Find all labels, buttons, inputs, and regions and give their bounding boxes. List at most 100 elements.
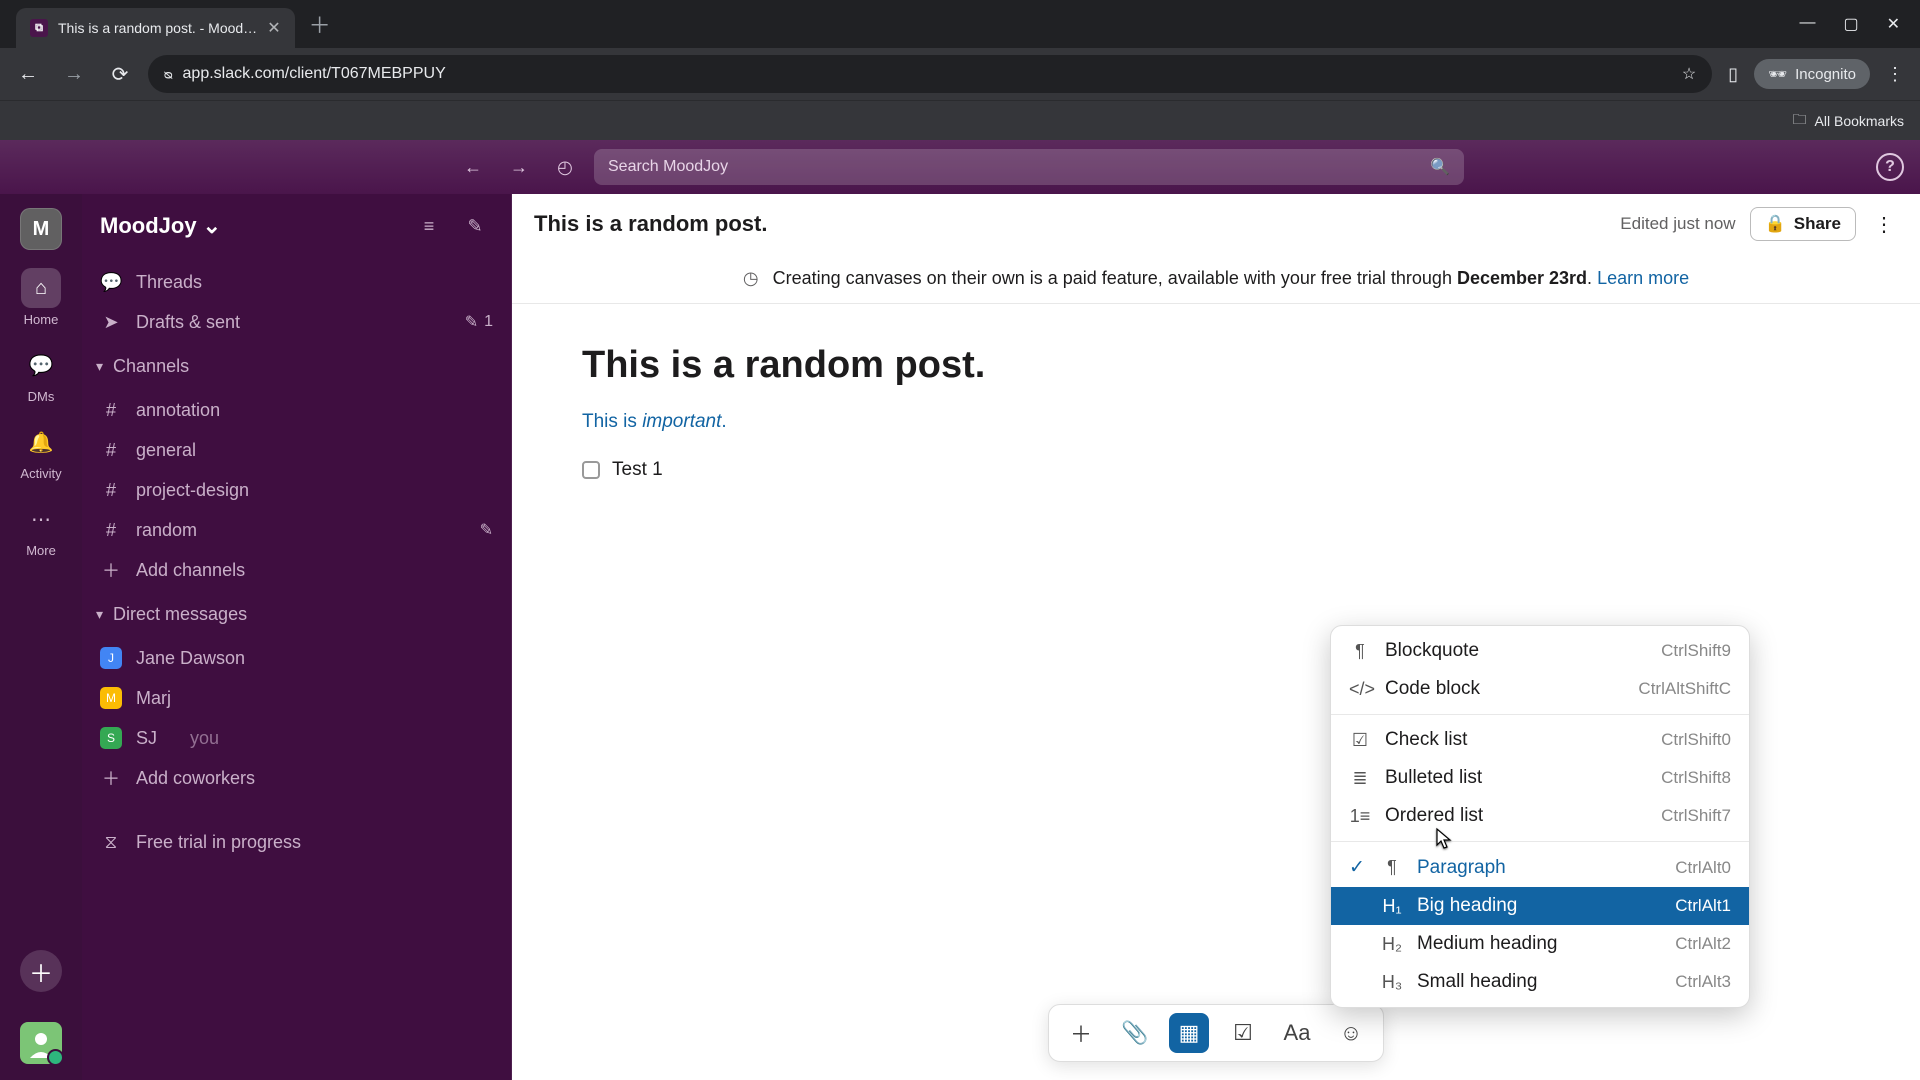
sidebar-drafts[interactable]: ➤ Drafts & sent ✎1 [82,302,511,342]
channel-label: annotation [136,400,220,421]
canvas-header: This is a random post. Edited just now 🔒… [512,194,1920,254]
free-trial-row[interactable]: ⧖ Free trial in progress [82,822,511,862]
add-coworkers-button[interactable]: ＋Add coworkers [82,758,511,798]
dms-section-header[interactable]: ▾ Direct messages [82,594,511,634]
channel-general[interactable]: #general [82,430,511,470]
rail-activity[interactable]: 🔔 Activity [20,422,61,481]
rail-more[interactable]: ⋯ More [21,499,61,558]
dm-label: Jane Dawson [136,648,245,669]
dd-big-heading[interactable]: H₁Big headingCtrlAlt1 [1331,887,1749,925]
dd-blockquote[interactable]: ¶BlockquoteCtrlShift9 [1331,632,1749,670]
all-bookmarks-button[interactable]: All Bookmarks [1815,113,1904,129]
dd-codeblock[interactable]: </>Code blockCtrlAltShiftC [1331,670,1749,708]
lock-icon: 🔒 [1765,214,1786,234]
browser-tab[interactable]: ⧉ This is a random post. - Mood… ✕ [16,8,295,48]
history-back-button[interactable]: ← [456,150,490,184]
dd-medium-heading[interactable]: H₂Medium headingCtrlAlt2 [1331,925,1749,963]
chevron-down-icon: ▾ [96,606,103,623]
rail-label: Home [24,312,59,327]
url-text: app.slack.com/client/T067MEBPPUY [183,65,1672,83]
compose-button[interactable]: ✎ [457,208,493,244]
separator [1331,714,1749,715]
browser-menu-icon[interactable]: ⋮ [1880,58,1910,91]
checklist-button[interactable]: ☑ [1223,1013,1263,1053]
window-close-icon[interactable]: ✕ [1887,14,1900,34]
home-icon: ⌂ [21,268,61,308]
slack-favicon: ⧉ [30,19,48,37]
rail-home[interactable]: ⌂ Home [21,268,61,327]
history-forward-button[interactable]: → [502,150,536,184]
incognito-chip[interactable]: 🕶 Incognito [1754,59,1870,89]
more-actions-button[interactable]: ⋮ [1870,208,1898,241]
canvas-body[interactable]: This is a random post. This is important… [512,304,1920,521]
rail-dms[interactable]: 💬 DMs [21,345,61,404]
you-suffix: you [190,728,219,749]
forward-button[interactable]: → [56,56,92,92]
dd-ordered[interactable]: 1≡Ordered listCtrlShift7 [1331,797,1749,835]
filter-button[interactable]: ≡ [411,208,447,244]
channel-random[interactable]: #random✎ [82,510,511,550]
avatar: J [100,647,122,669]
checklist-item[interactable]: Test 1 [582,459,1850,481]
section-label: Channels [113,356,189,377]
threads-icon: 💬 [100,272,122,293]
window-maximize-icon[interactable]: ▢ [1843,14,1858,34]
history-clock-button[interactable]: ◴ [548,150,582,184]
rail-add-button[interactable]: ＋ [20,950,62,992]
side-panel-icon[interactable]: ▯ [1722,58,1744,91]
site-info-icon[interactable]: ᴓ [164,66,173,82]
workspace-name-button[interactable]: MoodJoy ⌄ [100,213,221,239]
dd-checklist[interactable]: ☑Check listCtrlShift0 [1331,721,1749,759]
dd-bulleted[interactable]: ≣Bulleted listCtrlShift8 [1331,759,1749,797]
emoji-button[interactable]: ☺ [1331,1013,1371,1053]
new-tab-button[interactable]: ＋ [299,4,341,44]
user-avatar[interactable] [20,1022,62,1064]
trial-label: Free trial in progress [136,832,301,853]
table-button[interactable]: ▦ [1169,1013,1209,1053]
channel-project-design[interactable]: #project-design [82,470,511,510]
doc-heading[interactable]: This is a random post. [582,344,1850,387]
search-input[interactable]: Search MoodJoy 🔍 [594,149,1464,185]
doc-paragraph[interactable]: This is important. [582,411,1850,433]
sidebar-label: Add coworkers [136,768,255,789]
h2-icon: H₂ [1381,934,1403,955]
bell-icon: 🔔 [21,422,61,462]
share-button[interactable]: 🔒 Share [1750,207,1856,241]
text-style-button[interactable]: Aa [1277,1013,1317,1053]
chevron-down-icon: ⌄ [203,213,221,239]
code-icon: </> [1349,679,1371,700]
dm-jane[interactable]: J Jane Dawson [82,638,511,678]
back-button[interactable]: ← [10,56,46,92]
incognito-icon: 🕶 [1768,65,1787,83]
workspace-icon[interactable]: M [20,208,62,250]
attachment-button[interactable]: 📎 [1115,1013,1155,1053]
channel-label: general [136,440,196,461]
rail-label: DMs [28,389,55,404]
rail-label: Activity [20,466,61,481]
insert-button[interactable]: ＋ [1061,1013,1101,1053]
address-bar[interactable]: ᴓ app.slack.com/client/T067MEBPPUY ☆ [148,55,1712,93]
dm-sj[interactable]: SSJ you [82,718,511,758]
channels-section-header[interactable]: ▾ Channels [82,346,511,386]
bookmark-star-icon[interactable]: ☆ [1682,64,1696,84]
checkbox-icon[interactable] [582,461,600,479]
help-button[interactable]: ? [1876,153,1904,181]
dd-paragraph[interactable]: ✓¶ParagraphCtrlAlt0 [1331,848,1749,887]
tab-title: This is a random post. - Mood… [58,20,257,36]
add-channels-button[interactable]: ＋Add channels [82,550,511,590]
learn-more-link[interactable]: Learn more [1597,268,1689,288]
hash-icon: # [100,400,122,421]
rail-label: More [26,543,56,558]
avatar: M [100,687,122,709]
section-label: Direct messages [113,604,247,625]
window-minimize-icon[interactable]: — [1799,14,1815,34]
browser-tab-strip: ⧉ This is a random post. - Mood… ✕ ＋ — ▢… [0,0,1920,48]
close-icon[interactable]: ✕ [267,18,280,38]
sidebar-threads[interactable]: 💬 Threads [82,262,511,302]
channel-annotation[interactable]: # annotation [82,390,511,430]
dm-marj[interactable]: MMarj [82,678,511,718]
sidebar-label: Add channels [136,560,245,581]
reload-button[interactable]: ⟳ [102,56,138,92]
check-icon: ✓ [1349,856,1367,879]
dd-small-heading[interactable]: H₃Small headingCtrlAlt3 [1331,963,1749,1001]
